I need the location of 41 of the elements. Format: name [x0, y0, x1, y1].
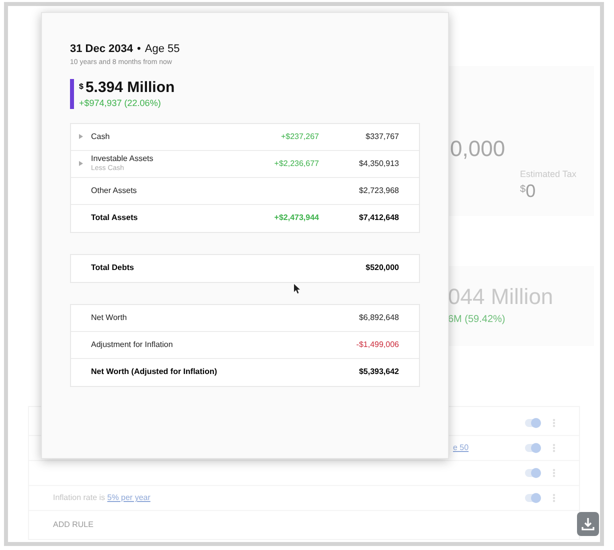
summary-value: 0,000	[450, 138, 506, 160]
rule-toggle[interactable]	[525, 419, 539, 427]
row-value: $337,767	[364, 130, 399, 142]
change-value: +$237,267	[280, 130, 319, 142]
expand-arrow-icon[interactable]	[79, 134, 83, 139]
row-value: $6,892,648	[358, 312, 399, 324]
age-label: Age 55	[144, 42, 180, 57]
row-label: Net Worth (Adjusted for Inflation)	[91, 367, 218, 377]
row-value: $4,350,913	[358, 158, 399, 170]
add-rule-button[interactable]: ADD RULE	[53, 519, 94, 531]
row-value: $7,412,648	[358, 212, 399, 224]
row-label: Total Debts	[91, 263, 135, 273]
download-button[interactable]	[577, 512, 599, 536]
change-value: +$2,473,944	[273, 212, 319, 224]
mouse-cursor-icon	[294, 284, 301, 294]
rule-toggle[interactable]	[525, 469, 539, 477]
rule-toggle[interactable]	[525, 494, 539, 502]
expand-arrow-icon[interactable]	[79, 161, 83, 166]
row-label: Investable Assets	[91, 154, 154, 164]
amount-change: +$974,937 (22.06%)	[79, 96, 162, 108]
row-value: $5,393,642	[358, 366, 399, 378]
row-label: Cash	[91, 132, 111, 142]
date-title: 31 Dec 2034	[70, 42, 133, 57]
row-value: $520,000	[364, 262, 399, 274]
row-label: Total Assets	[91, 213, 139, 223]
rule-toggle[interactable]	[525, 444, 539, 452]
separator-dot: •	[137, 42, 141, 57]
rule-text: Inflation rate is	[53, 492, 106, 504]
row-label: Other Assets	[91, 186, 138, 196]
row-value: $2,723,968	[358, 184, 399, 196]
rule-link[interactable]: 5% per year	[107, 492, 150, 504]
currency-symbol: $	[79, 80, 84, 92]
net-worth-change: 6M (59.42%)	[448, 313, 506, 327]
download-icon	[581, 517, 595, 531]
projected-amount: 5.394 Million	[85, 78, 175, 96]
row-value: -$1,499,006	[355, 338, 399, 350]
rule-link[interactable]: e 50	[453, 442, 469, 454]
tax-value: $^{$}$0	[520, 182, 537, 200]
change-value: +$2,236,677	[273, 158, 319, 170]
row-label: Net Worth	[91, 312, 128, 322]
row-label: Adjustment for Inflation	[91, 340, 174, 350]
